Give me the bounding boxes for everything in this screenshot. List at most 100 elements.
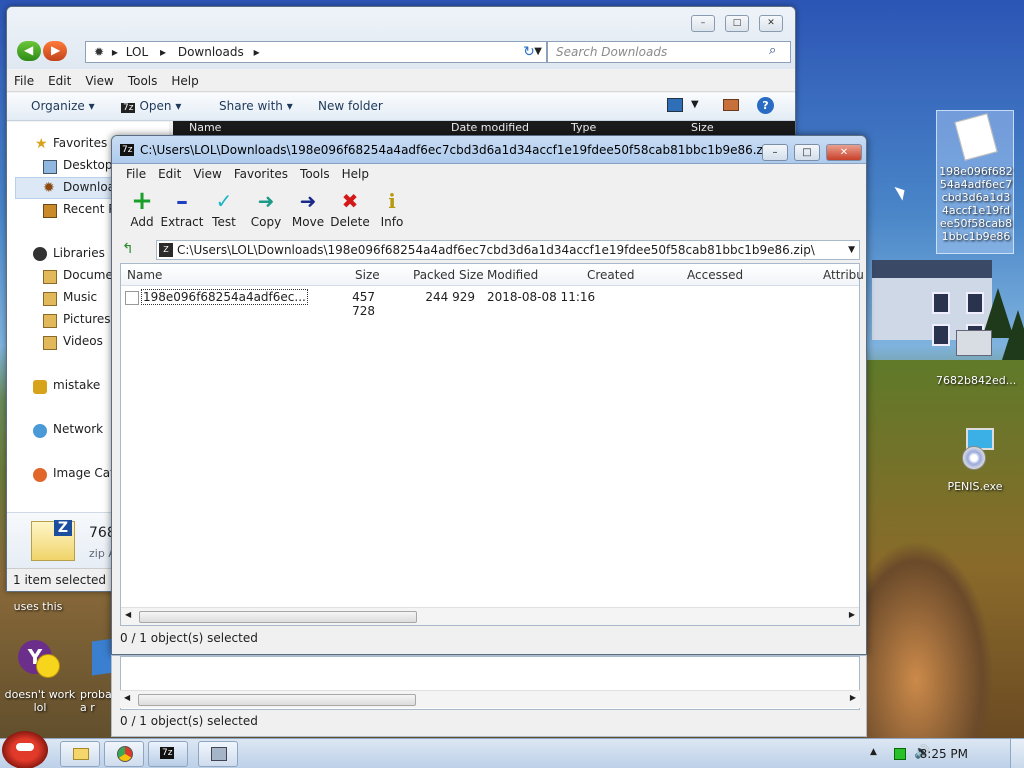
zip-menu-view[interactable]: View <box>187 164 227 184</box>
up-folder-icon[interactable]: ↰ <box>122 241 134 257</box>
desktop-icon-exe[interactable]: PENIS.exe <box>936 426 1014 496</box>
downloads-icon: ✹ <box>43 180 55 196</box>
row-name[interactable]: 198e096f68254a4adf6ec... <box>141 289 308 305</box>
col-size[interactable]: Size <box>355 268 380 282</box>
desktop-yahoo-label: doesn't work lol <box>4 688 76 714</box>
view-dropdown-icon[interactable]: ▼ <box>691 99 699 110</box>
zip-menu-favorites[interactable]: Favorites <box>228 164 294 184</box>
menu-help[interactable]: Help <box>164 70 205 92</box>
col-packed-size[interactable]: Packed Size <box>413 268 484 282</box>
scroll-left-icon[interactable]: ◀ <box>124 693 130 702</box>
search-input[interactable]: Search Downloads <box>547 41 791 63</box>
scroll-thumb[interactable] <box>139 611 417 623</box>
7zip-maximize-button[interactable]: □ <box>794 144 820 161</box>
7zip-path-input[interactable]: Z C:\Users\LOL\Downloads\198e096f68254a4… <box>156 240 860 260</box>
zip-menu-file[interactable]: File <box>120 164 152 184</box>
menu-edit[interactable]: Edit <box>41 70 78 92</box>
start-button[interactable] <box>2 731 48 768</box>
move-button[interactable]: ➜ Move <box>286 190 330 236</box>
nav-music[interactable]: Music <box>63 290 97 304</box>
view-options-icon[interactable] <box>667 98 683 112</box>
desktop-icon-proba[interactable]: proba a r <box>78 636 114 720</box>
7zip-close-button[interactable]: ✕ <box>826 144 862 161</box>
taskbar-explorer[interactable] <box>60 741 100 767</box>
libraries-icon <box>33 247 47 261</box>
scroll-right-icon[interactable]: ▶ <box>850 693 856 702</box>
test-button[interactable]: ✓ Test <box>202 190 246 236</box>
col-created[interactable]: Created <box>587 268 635 282</box>
refresh-button[interactable]: ↻ <box>517 43 541 61</box>
scroll-right-icon[interactable]: ▶ <box>849 610 855 619</box>
new-folder-button[interactable]: New folder <box>318 99 383 113</box>
zip-menu-tools[interactable]: Tools <box>294 164 336 184</box>
help-icon[interactable]: ? <box>757 97 774 114</box>
nav-desktop[interactable]: Desktop <box>63 158 113 172</box>
desktop-icon-installer[interactable]: 7682b842ed... <box>936 324 1016 390</box>
nav-network[interactable]: Network <box>53 422 103 436</box>
col-attributes[interactable]: Attribu <box>823 268 864 282</box>
search-icon[interactable]: ⌕ <box>769 43 776 58</box>
add-button[interactable]: + Add <box>120 188 164 236</box>
back-button[interactable]: ◀ <box>17 41 41 61</box>
minimize-button[interactable]: – <box>691 15 715 32</box>
zip-menu-help[interactable]: Help <box>336 164 375 184</box>
7zip-file-list: Name Size Packed Size Modified Created A… <box>120 263 864 626</box>
forward-button[interactable]: ▶ <box>43 41 67 61</box>
table-row[interactable]: 198e096f68254a4adf6ec... 457 728 244 929… <box>121 288 859 318</box>
menu-tools[interactable]: Tools <box>121 70 165 92</box>
nav-libraries[interactable]: Libraries <box>53 246 105 260</box>
scroll-thumb[interactable] <box>138 694 416 706</box>
menu-file[interactable]: File <box>7 70 41 92</box>
menu-view[interactable]: View <box>78 70 120 92</box>
taskbar-installer[interactable] <box>198 741 238 767</box>
ghost-horizontal-scrollbar[interactable]: ◀ ▶ <box>120 690 860 708</box>
info-button[interactable]: i Info <box>370 190 414 236</box>
ghost-status: 0 / 1 object(s) selected <box>120 714 258 728</box>
network-tray-icon[interactable] <box>894 748 906 760</box>
organize-button[interactable]: Organize ▾ <box>31 99 95 113</box>
close-button[interactable]: ✕ <box>759 15 783 32</box>
desktop-background: 198e096f68254a4adf6ec7cbd3d6a1d34accf1e1… <box>0 0 1024 768</box>
extract-button[interactable]: – Extract <box>160 187 204 236</box>
share-with-button[interactable]: Share with ▾ <box>219 99 293 113</box>
scroll-left-icon[interactable]: ◀ <box>125 610 131 619</box>
preview-pane-icon[interactable] <box>723 99 739 111</box>
col-name[interactable]: Name <box>127 268 162 282</box>
column-date[interactable]: Date modified <box>451 121 529 134</box>
copy-button[interactable]: ➜ Copy <box>244 190 288 236</box>
column-size[interactable]: Size <box>691 121 714 134</box>
column-type[interactable]: Type <box>571 121 596 134</box>
desktop-icon3-label: PENIS.exe <box>947 480 1003 493</box>
breadcrumb-lol[interactable]: LOL <box>126 45 148 59</box>
col-modified[interactable]: Modified <box>487 268 538 282</box>
nav-downloads[interactable]: Downloa <box>63 180 115 194</box>
taskbar-7zip[interactable]: 7z <box>148 741 188 767</box>
7zip-titlebar: 7z C:\Users\LOL\Downloads\198e096f68254a… <box>112 136 866 164</box>
7zip-horizontal-scrollbar[interactable]: ◀ ▶ <box>121 607 859 625</box>
nav-videos[interactable]: Videos <box>63 334 103 348</box>
maximize-button[interactable]: □ <box>725 15 749 32</box>
row-size: 457 728 <box>352 290 375 318</box>
pictures-icon <box>43 314 57 328</box>
taskbar-chrome[interactable] <box>104 741 144 767</box>
nav-favorites[interactable]: Favorites <box>53 136 107 150</box>
nav-pictures[interactable]: Pictures <box>63 312 111 326</box>
music-icon <box>43 292 57 306</box>
clock[interactable]: 8:25 PM <box>920 747 968 761</box>
col-accessed[interactable]: Accessed <box>687 268 743 282</box>
address-bar[interactable]: ✹ ▸ LOL ▸ Downloads ▸ ▼ <box>85 41 547 63</box>
desktop-icon-yahoo[interactable]: Y doesn't work lol <box>2 636 78 720</box>
nav-mistake[interactable]: mistake <box>53 378 100 392</box>
open-button[interactable]: 7z Open ▾ <box>121 99 181 113</box>
7zip-minimize-button[interactable]: – <box>762 144 788 161</box>
show-desktop-button[interactable] <box>1010 739 1024 768</box>
path-dropdown-icon[interactable]: ▼ <box>848 241 855 259</box>
delete-button[interactable]: ✖ Delete <box>328 190 372 236</box>
column-name[interactable]: Name <box>189 121 221 134</box>
breadcrumb-downloads[interactable]: Downloads <box>178 45 244 59</box>
tray-expand-icon[interactable]: ▲ <box>870 747 877 757</box>
zip-menu-edit[interactable]: Edit <box>152 164 187 184</box>
extract-icon: – <box>176 187 188 215</box>
desktop-icon-selected-file[interactable]: 198e096f68254a4adf6ec7cbd3d6a1d34accf1e1… <box>936 110 1014 254</box>
nav-recent[interactable]: Recent P <box>63 202 116 216</box>
